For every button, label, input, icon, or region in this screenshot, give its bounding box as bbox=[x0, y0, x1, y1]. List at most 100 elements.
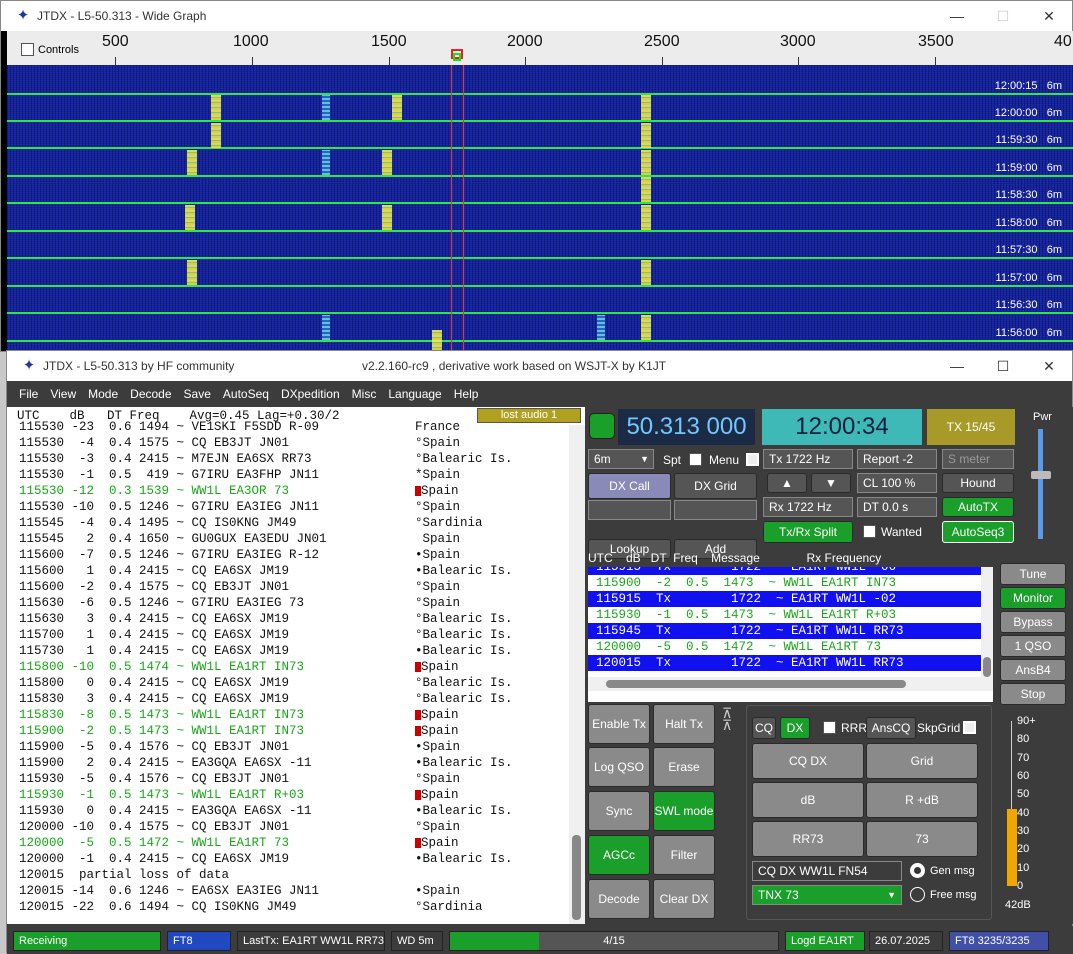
free-message-select[interactable]: TNX 73 ▼ bbox=[752, 885, 902, 905]
decode-row[interactable]: 115930 0 0.4 2415 ~ EA3GQA EA6SX -11 •Bal… bbox=[7, 803, 585, 819]
stop-button[interactable]: Stop bbox=[1000, 683, 1066, 705]
tune-button[interactable]: Tune bbox=[1000, 563, 1066, 585]
dx-grid-input[interactable] bbox=[674, 500, 757, 520]
decode-row[interactable]: 115900 -5 0.4 1576 ~ CQ EB3JT JN01 •Spain bbox=[7, 739, 585, 755]
waterfall-display[interactable]: 12:00:15 6m 12:00:00 6m 11:59:30 6m 11:5… bbox=[7, 65, 1073, 353]
menu-mode[interactable]: Mode bbox=[88, 387, 118, 401]
bypass-button[interactable]: Bypass bbox=[1000, 611, 1066, 633]
seventy-three-button[interactable]: 73 bbox=[866, 821, 978, 857]
menu-checkbox[interactable] bbox=[746, 453, 759, 466]
qso-row[interactable]: 120000 -5 0.5 1472 ~ WW1L EA1RT 73 bbox=[588, 639, 993, 655]
decode-row[interactable]: 115545 2 0.4 1650 ~ GU0GUX EA3EDU JN01 S… bbox=[7, 531, 585, 547]
rr73-button[interactable]: RR73 bbox=[752, 821, 864, 857]
decode-row[interactable]: 115730 1 0.4 2415 ~ CQ EA6SX JM19 •Balear… bbox=[7, 643, 585, 659]
db-button[interactable]: dB bbox=[752, 782, 864, 818]
decodes-scrollbar[interactable] bbox=[569, 425, 585, 924]
swl-mode-button[interactable]: SWL mode bbox=[653, 791, 715, 831]
decode-row[interactable]: 115600 -7 0.5 1246 ~ G7IRU EA3IEG R-12 •S… bbox=[7, 547, 585, 563]
filter-button[interactable]: Filter bbox=[653, 835, 715, 875]
one-qso-button[interactable]: 1 QSO bbox=[1000, 635, 1066, 657]
sync-button[interactable]: Sync bbox=[588, 791, 650, 831]
minimize-icon[interactable]: — bbox=[934, 351, 980, 381]
tx-frequency-field[interactable]: Tx 1722 Hz bbox=[763, 449, 853, 469]
generated-message-field[interactable]: CQ DX WW1L FN54 bbox=[752, 861, 902, 881]
qso-row[interactable]: 115945 Tx 1722 ~ EA1RT WW1L RR73 bbox=[588, 623, 993, 639]
menu-language[interactable]: Language bbox=[388, 387, 441, 401]
tx-rx-split-button[interactable]: Tx/Rx Split bbox=[763, 521, 853, 543]
decode-row[interactable]: 115530 -1 0.5 419 ~ G7IRU EA3FHP JN11 *Sp… bbox=[7, 467, 585, 483]
anscq-button[interactable]: AnsCQ bbox=[866, 717, 916, 739]
qso-horizontal-scrollbar[interactable] bbox=[588, 677, 993, 691]
rrr-checkbox[interactable] bbox=[823, 721, 836, 734]
menu-file[interactable]: File bbox=[19, 387, 38, 401]
autotx-button[interactable]: AutoTX bbox=[942, 497, 1014, 517]
decode-row[interactable]: 115530 -12 0.3 1539 ~ WW1L EA3OR 73 Spain bbox=[7, 483, 585, 499]
log-qso-button[interactable]: Log QSO bbox=[588, 747, 650, 787]
menu-dxpedition[interactable]: DXpedition bbox=[281, 387, 340, 401]
close-icon[interactable]: ✕ bbox=[1026, 351, 1072, 381]
decode-row[interactable]: 115545 -4 0.4 1495 ~ CQ IS0KNG JM49 °Sard… bbox=[7, 515, 585, 531]
tx-period-button[interactable]: TX 15/45 bbox=[927, 409, 1015, 445]
decode-row[interactable]: 115530 -3 0.4 2415 ~ M7EJN EA6SX RR73 °Ba… bbox=[7, 451, 585, 467]
free-msg-radio[interactable] bbox=[910, 887, 925, 902]
menu-decode[interactable]: Decode bbox=[130, 387, 171, 401]
cq-button[interactable]: CQ bbox=[752, 717, 776, 739]
menu-view[interactable]: View bbox=[50, 387, 76, 401]
cl-spinbox[interactable]: CL 100 % bbox=[857, 473, 937, 493]
wide-graph-titlebar[interactable]: ✦ JTDX - L5-50.313 - Wide Graph — ☐ ✕ bbox=[1, 1, 1072, 31]
decode-row[interactable]: 120000 -1 0.4 2415 ~ CQ EA6SX JM19 •Balea… bbox=[7, 851, 585, 867]
power-slider-track[interactable] bbox=[1038, 429, 1043, 539]
power-slider-handle[interactable] bbox=[1031, 471, 1051, 479]
band-activity-list[interactable]: UTC dB DT Freq Avg=0.45 Lag=+0.30/2 lost… bbox=[7, 407, 585, 924]
monitor-button[interactable]: Monitor bbox=[1000, 587, 1066, 609]
decode-row[interactable]: 120015 -22 0.6 1494 ~ CQ IS0KNG JM49 °Sar… bbox=[7, 899, 585, 915]
freq-up-button[interactable]: ▲ bbox=[767, 473, 807, 493]
main-titlebar[interactable]: ✦ JTDX - L5-50.313 by HF community v2.2.… bbox=[7, 351, 1072, 381]
decode-row[interactable]: 115900 -2 0.5 1473 ~ WW1L EA1RT IN73 Spai… bbox=[7, 723, 585, 739]
report-spinbox[interactable]: Report -2 bbox=[857, 449, 937, 469]
collapse-arrows-icon[interactable]: ⊼ ⊼ bbox=[722, 706, 732, 732]
rx-frequency-field[interactable]: Rx 1722 Hz bbox=[763, 497, 853, 517]
wanted-checkbox[interactable] bbox=[863, 525, 876, 538]
dx-call-button[interactable]: DX Call bbox=[588, 473, 671, 499]
decode-row[interactable]: 115700 1 0.4 2415 ~ CQ EA6SX JM19 °Balear… bbox=[7, 627, 585, 643]
decode-button[interactable]: Decode bbox=[588, 879, 650, 919]
r-db-button[interactable]: R +dB bbox=[866, 782, 978, 818]
menu-save[interactable]: Save bbox=[184, 387, 211, 401]
decode-row[interactable]: 115600 1 0.4 2415 ~ CQ EA6SX JM19 •Balear… bbox=[7, 563, 585, 579]
decode-row[interactable]: 115630 3 0.4 2415 ~ CQ EA6SX JM19 °Balear… bbox=[7, 611, 585, 627]
menu-help[interactable]: Help bbox=[454, 387, 479, 401]
ansb4-button[interactable]: AnsB4 bbox=[1000, 659, 1066, 681]
decode-row[interactable]: 115600 -2 0.4 1575 ~ CQ EB3JT JN01 °Spain bbox=[7, 579, 585, 595]
decode-row[interactable]: 115800 -10 0.5 1474 ~ WW1L EA1RT IN73 Spa… bbox=[7, 659, 585, 675]
qso-row[interactable]: 120015 Tx 1722 ~ EA1RT WW1L RR73 bbox=[588, 655, 993, 671]
agcc-button[interactable]: AGCc bbox=[588, 835, 650, 875]
decode-row[interactable]: 120015 partial loss of data bbox=[7, 867, 585, 883]
cq-dx-button[interactable]: CQ DX bbox=[752, 743, 864, 779]
qso-row[interactable]: 115930 -1 0.5 1473 ~ WW1L EA1RT R+03 bbox=[588, 607, 993, 623]
decode-row[interactable]: 115830 -8 0.5 1473 ~ WW1L EA1RT IN73 Spai… bbox=[7, 707, 585, 723]
dt-spinbox[interactable]: DT 0.0 s bbox=[857, 497, 937, 517]
decode-row[interactable]: 115830 3 0.4 2415 ~ CQ EA6SX JM19 °Balear… bbox=[7, 691, 585, 707]
decode-row[interactable]: 115900 2 0.4 2415 ~ EA3GQA EA6SX -11 •Bal… bbox=[7, 755, 585, 771]
controls-checkbox[interactable]: Controls bbox=[21, 43, 79, 56]
qso-row[interactable]: 115900 -2 0.5 1473 ~ WW1L EA1RT IN73 bbox=[588, 575, 993, 591]
dial-frequency[interactable]: 50.313 000 bbox=[618, 409, 755, 445]
halt-tx-button[interactable]: Halt Tx bbox=[653, 704, 715, 744]
skpgrid-checkbox[interactable] bbox=[963, 721, 976, 734]
grid-button[interactable]: Grid bbox=[866, 743, 978, 779]
spt-checkbox[interactable] bbox=[689, 453, 702, 466]
autoseq-button[interactable]: AutoSeq3 bbox=[942, 521, 1014, 543]
decode-row[interactable]: 115530 -4 0.4 1575 ~ CQ EB3JT JN01 °Spain bbox=[7, 435, 585, 451]
decode-row[interactable]: 115530 -23 0.6 1494 ~ VE1SKI F5SDD R-09 F… bbox=[7, 419, 585, 435]
frequency-scale[interactable]: Controls 500 1000 1500 2000 2500 3000 35… bbox=[7, 31, 1073, 65]
maximize-icon[interactable]: ☐ bbox=[980, 1, 1026, 31]
decode-row[interactable]: 120000 -5 0.5 1472 ~ WW1L EA1RT 73 Spain bbox=[7, 835, 585, 851]
menu-autoseq[interactable]: AutoSeq bbox=[223, 387, 269, 401]
decode-row[interactable]: 115630 -6 0.5 1246 ~ G7IRU EA3IEG 73 °Spa… bbox=[7, 595, 585, 611]
decode-row[interactable]: 115800 0 0.4 2415 ~ CQ EA6SX JM19 °Balear… bbox=[7, 675, 585, 691]
erase-button[interactable]: Erase bbox=[653, 747, 715, 787]
clear-dx-button[interactable]: Clear DX bbox=[653, 879, 715, 919]
enable-tx-button[interactable]: Enable Tx bbox=[588, 704, 650, 744]
gen-msg-radio[interactable] bbox=[910, 863, 925, 878]
